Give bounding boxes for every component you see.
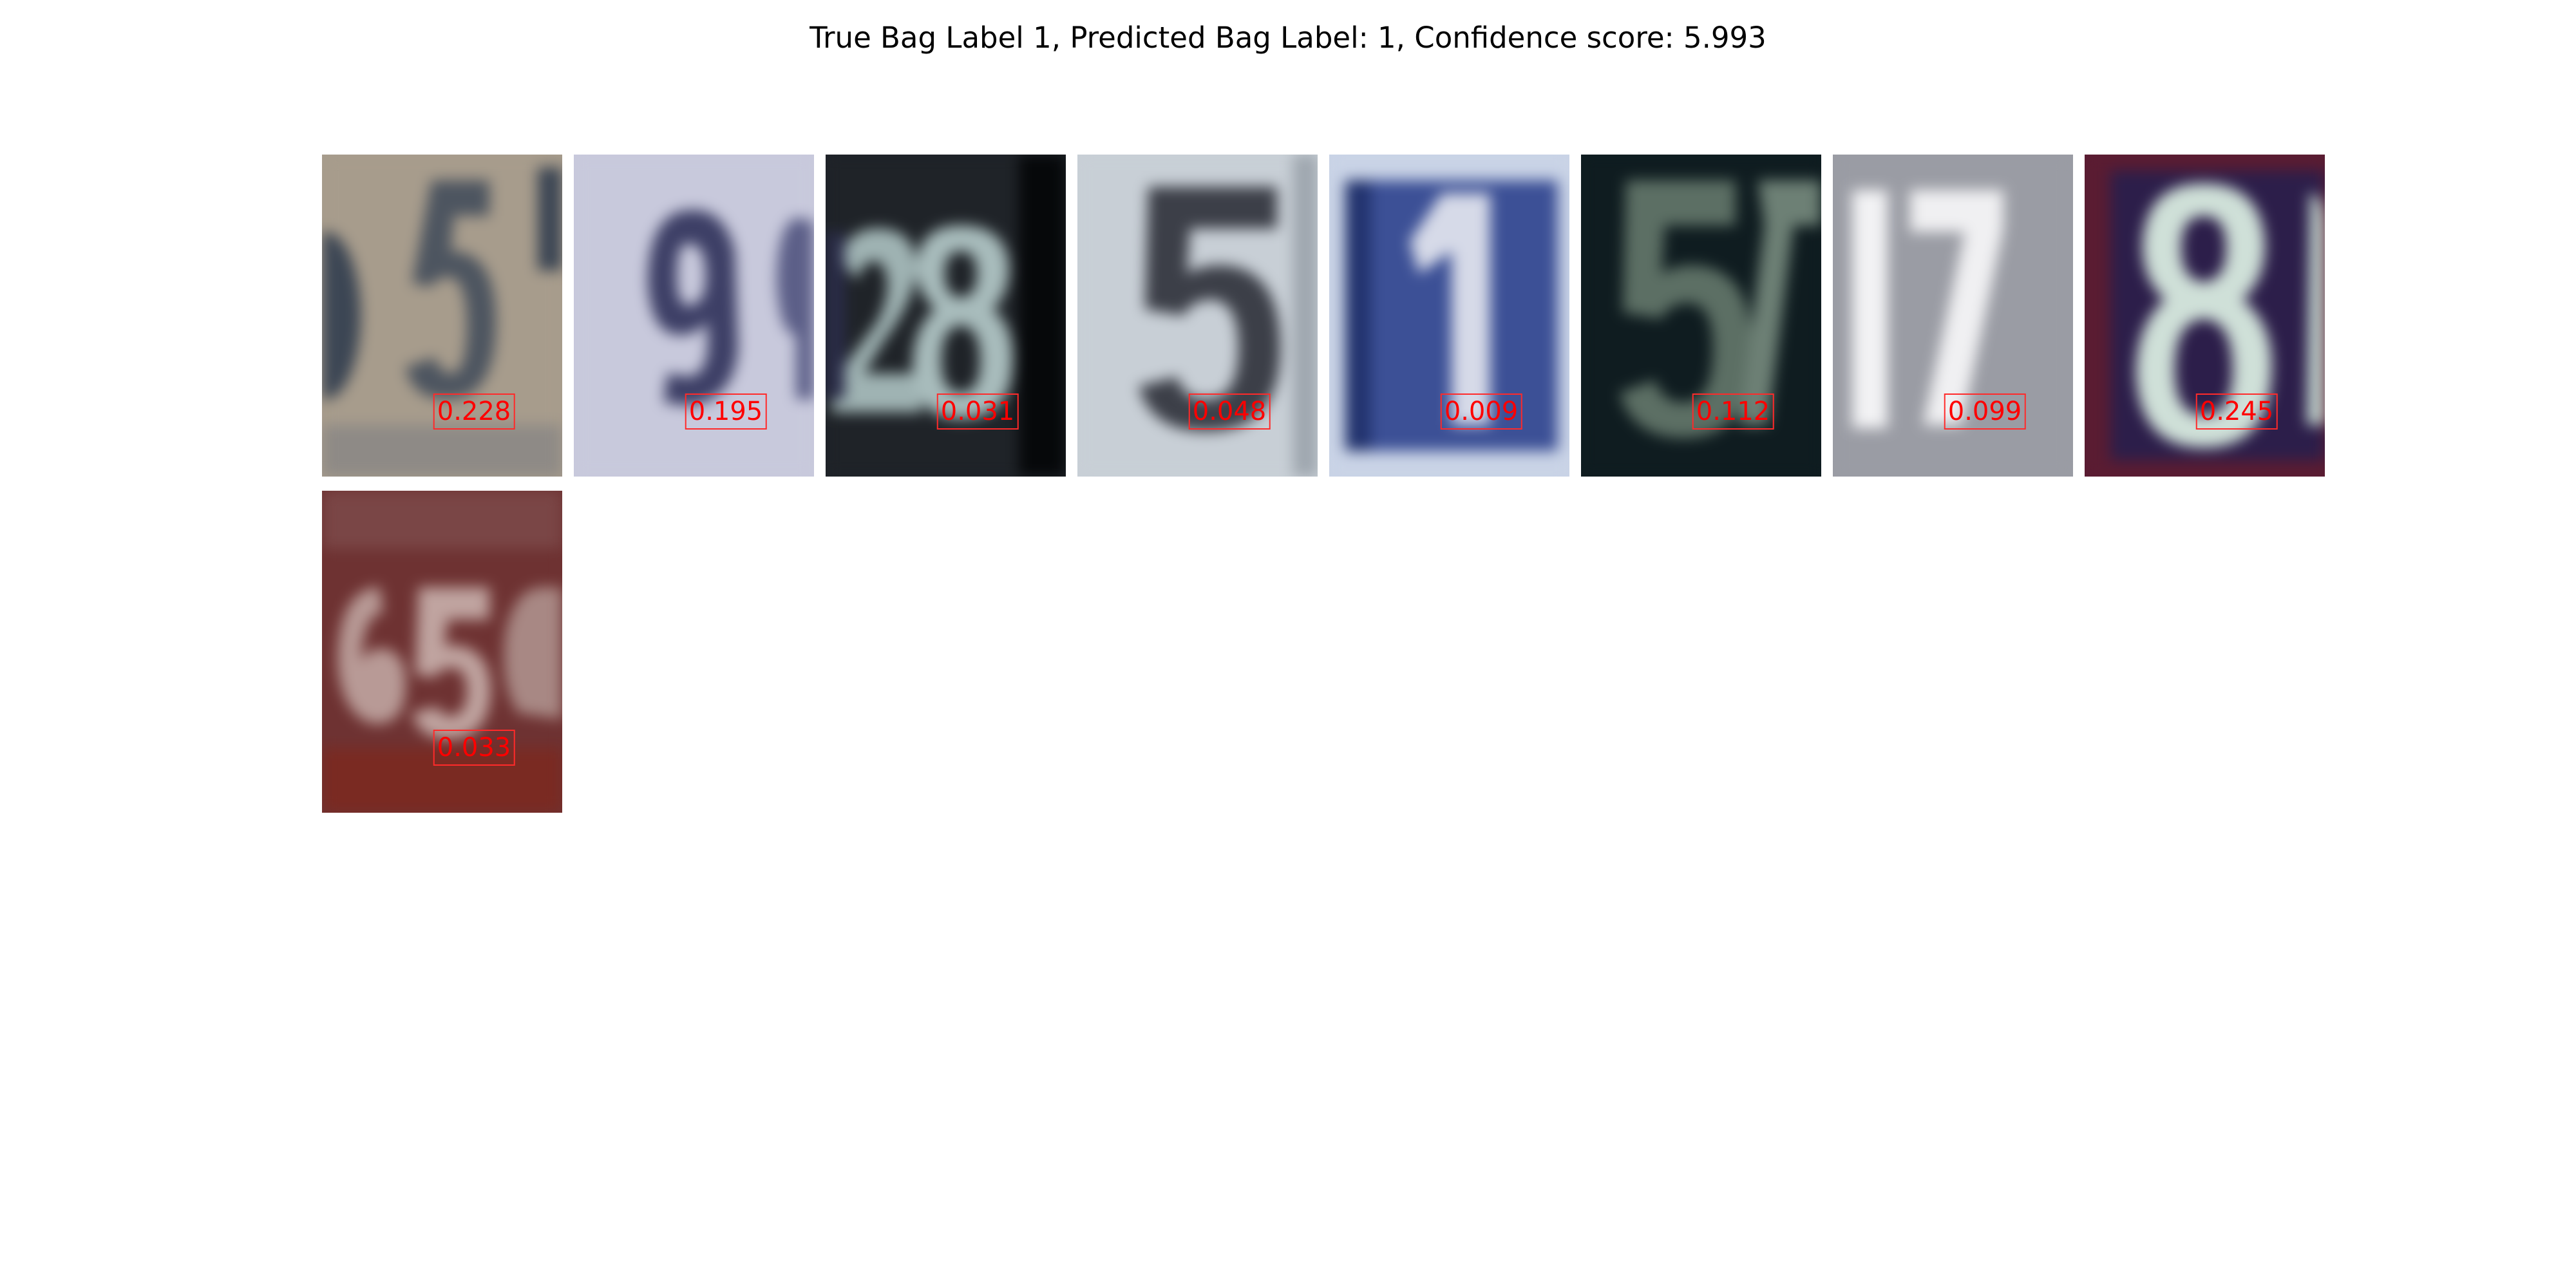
instance-image-8: 0.245 [2085, 155, 2325, 477]
attention-score: 0.195 [685, 393, 767, 430]
instance-image-5: 0.009 [1329, 155, 1569, 477]
instance-image-7: 0.099 [1833, 155, 2073, 477]
attention-score: 0.033 [433, 730, 515, 766]
instance-image-1: 0.228 [322, 155, 562, 477]
attention-score: 0.048 [1188, 393, 1271, 430]
attention-score: 0.009 [1440, 393, 1522, 430]
figure-title: True Bag Label 1, Predicted Bag Label: 1… [810, 21, 1766, 55]
instance-image-4: 0.048 [1077, 155, 1318, 477]
attention-score: 0.031 [936, 393, 1019, 430]
attention-score: 0.228 [433, 393, 515, 430]
instance-image-3: 0.031 [826, 155, 1066, 477]
instance-image-6: 0.112 [1581, 155, 1821, 477]
instance-image-9: 0.033 [322, 491, 562, 813]
attention-score: 0.245 [2195, 393, 2278, 430]
instance-image-2: 0.195 [574, 155, 814, 477]
attention-score: 0.112 [1692, 393, 1774, 430]
attention-score: 0.099 [1944, 393, 2026, 430]
